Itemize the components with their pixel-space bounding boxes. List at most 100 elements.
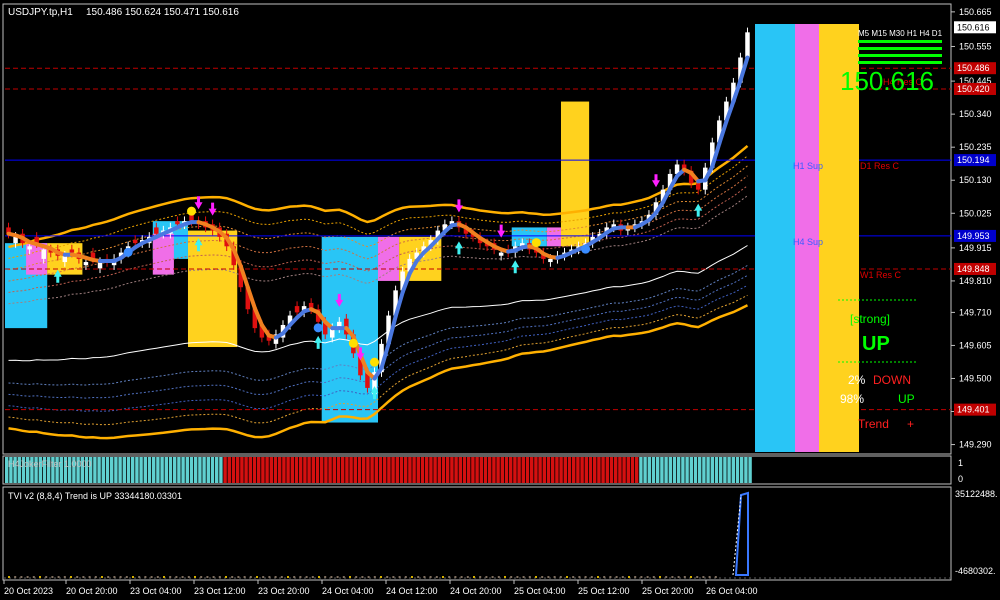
filter-bar-79 [336,457,341,483]
candle-body-3 [27,246,32,250]
tvi-bar-19 [125,576,128,578]
filter-bar-24 [105,457,110,483]
filter-bar-123 [521,457,525,483]
filter-bar-129 [546,457,551,483]
filter-bar-157 [664,457,668,483]
candle-body-77 [548,258,553,263]
filter-bar-50 [215,457,219,483]
tvi-bar-54 [342,576,345,578]
filter-bar-35 [152,457,156,483]
filter-bar-88 [374,457,378,483]
tvi-bar-75 [473,576,475,578]
filter-bar-150 [635,457,639,483]
tvi-bar-84 [528,576,531,578]
tvi-bar-70 [442,576,444,578]
signal-dot-3 [531,238,541,248]
price-badge-label-3: 150.194 [957,155,990,165]
tvi-bar-114 [714,576,717,578]
tvi-bar-45 [287,576,289,578]
filter-bar-64 [273,457,278,483]
tvi-bar-61 [386,576,389,578]
tvi-bar-72 [454,576,457,578]
tvi-bar-82 [516,576,519,578]
filter-bar-99 [420,457,425,483]
filter-bar-156 [660,457,664,483]
filter-bar-166 [702,457,706,483]
tvi-bar-31 [200,576,203,578]
tvi-bar-30 [194,576,196,578]
filter-bar-109 [462,457,467,483]
filter-bar-32 [139,457,143,483]
filter-bar-172 [727,457,731,483]
filter-bar-134 [567,457,572,483]
filter-bar-106 [450,457,454,483]
filter-scale-top: 1 [958,458,963,468]
tvi-bar-16 [107,576,110,578]
filter-bar-54 [231,457,236,483]
filter-bar-160 [677,457,681,483]
tvi-bar-105 [659,576,661,578]
filter-bar-39 [168,457,173,483]
filter-bar-56 [240,457,244,483]
filter-bar-61 [261,457,265,483]
filter-bar-111 [471,457,475,483]
time-tick-label-10: 25 Oct 20:00 [642,586,694,596]
filter-bar-84 [357,457,362,483]
filter-bar-89 [378,457,383,483]
tvi-bar-89 [559,576,562,578]
filter-bar-116 [492,457,496,483]
filter-bar-93 [395,457,399,483]
filter-bar-59 [252,457,257,483]
color-block-4 [152,233,174,275]
tvi-bar-13 [88,576,91,578]
filter-title: H4JokerFilter 1.0000 [8,459,92,469]
time-tick-label-1: 20 Oct 20:00 [66,586,118,596]
filter-bar-22 [97,457,101,483]
tvi-bar-7 [51,576,54,578]
tvi-bar-98 [615,576,618,578]
filter-bar-177 [748,457,752,483]
price-axis: 150.665150.555150.445150.340150.235150.1… [951,7,996,450]
filter-bar-47 [202,457,206,483]
price-tick-label-5: 150.130 [959,175,992,185]
buy-arrow-4 [454,241,463,255]
tvi-bar-4 [32,576,35,578]
filter-bar-82 [349,457,353,483]
tvi-bar-18 [119,576,122,578]
tvi-bar-85 [535,576,537,578]
tvi-bar-77 [485,576,488,578]
filter-bar-53 [227,457,231,483]
level-label-3: H4 Sup [793,237,823,247]
filter-bar-125 [530,457,534,483]
tvi-bar-8 [57,576,60,578]
price-chart[interactable]: H4 Res CH1 Sup D1 Res CH4 SupW1 Res C M5 … [0,0,1000,600]
tvi-bar-1 [14,576,17,578]
filter-bar-132 [559,457,563,483]
filter-bar-149 [630,457,635,483]
candle-body-105 [745,32,750,58]
filter-bar-72 [307,457,311,483]
ohlc-values: 150.486 150.624 150.471 150.616 [86,7,239,18]
filter-bar-162 [685,457,689,483]
tvi-bar-111 [696,576,699,578]
tvi-bar-94 [590,576,593,578]
tvi-bar-59 [373,576,376,578]
tvi-scale-bottom: -4680302. [955,566,996,576]
tvi-bar-99 [621,576,624,578]
filter-bar-95 [404,457,408,483]
time-tick-label-11: 26 Oct 04:00 [706,586,758,596]
time-tick-label-0: 20 Oct 2023 [4,586,53,596]
filter-bar-164 [693,457,698,483]
filter-bar-25 [110,457,114,483]
filter-bar-170 [719,457,723,483]
tvi-bar-60 [380,576,382,578]
tvi-bar-36 [231,576,234,578]
filter-bar-110 [467,457,471,483]
filter-bar-135 [572,457,576,483]
color-block-11 [560,101,590,247]
tvi-bar-53 [336,576,339,578]
tvi-bar-52 [330,576,333,578]
tvi-bar-47 [299,576,302,578]
filter-bar-107 [454,457,458,483]
filter-bar-86 [366,457,370,483]
